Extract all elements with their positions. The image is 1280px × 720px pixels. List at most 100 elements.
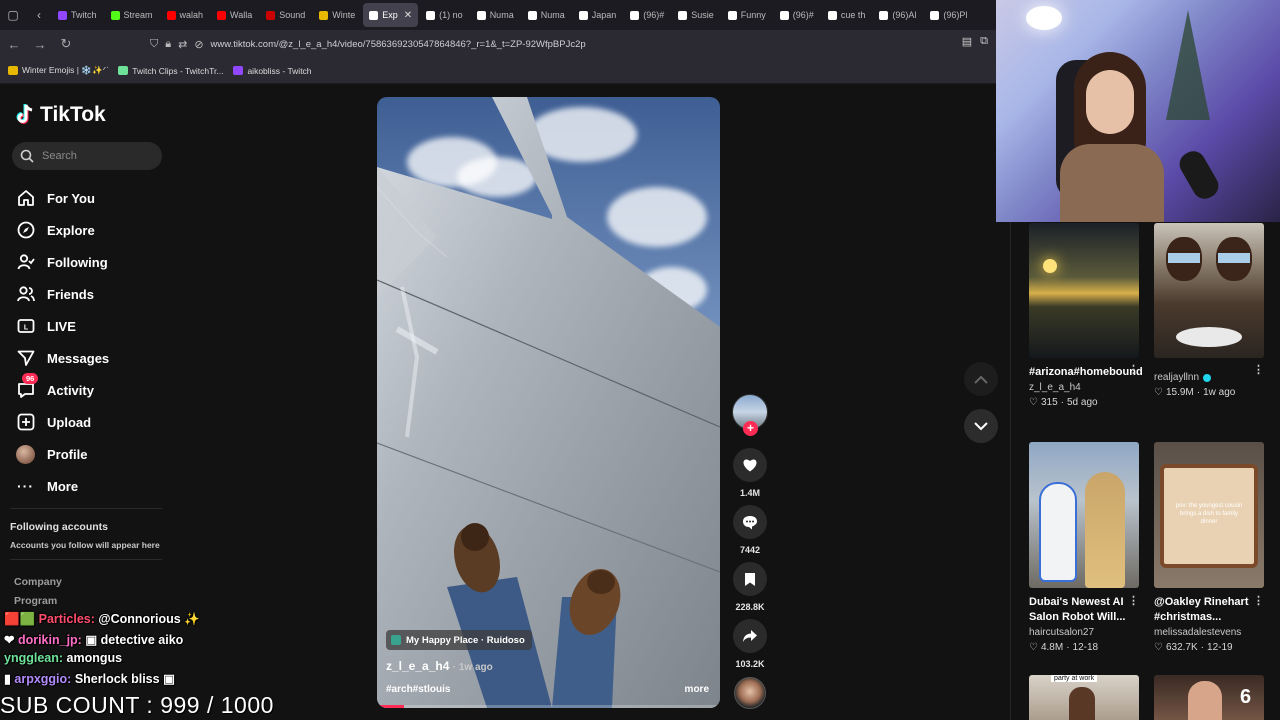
more-options-icon[interactable]: ⋮ [1128, 594, 1139, 607]
streamer [1060, 52, 1164, 222]
tab-label: cue th [840, 10, 866, 20]
browser-tab[interactable]: Twitch [52, 3, 103, 27]
recommended-card[interactable]: party at work [1029, 675, 1139, 720]
forward-arrow-icon[interactable]: → [28, 32, 52, 56]
reload-icon[interactable]: ↻ [54, 32, 78, 56]
nav-for-you[interactable]: For You [16, 182, 109, 214]
tab-favicon-icon [369, 10, 379, 20]
video-thumbnail[interactable] [1154, 223, 1264, 358]
tab-favicon-icon [217, 10, 227, 20]
browser-tab[interactable]: (96)Al [873, 3, 922, 27]
browser-tab[interactable]: walah [161, 3, 210, 27]
nav-more[interactable]: ··· More [16, 470, 109, 502]
recommended-card[interactable]: Dubai's Newest AI Salon Robot Will... ⋮ … [1029, 442, 1139, 653]
autoplay-blocked-icon[interactable]: ⊘ [194, 38, 203, 51]
video-age: · 1w ago [452, 662, 493, 673]
bookmark-winter-emojis[interactable]: Winter Emojis | ❄️✨ᐟᐝ [8, 65, 108, 76]
recommended-card[interactable]: #arizona#homebound ⋮ z_l_e_a_h4 ♡ 315 · … [1029, 223, 1143, 408]
video-caption[interactable]: #arch#stlouis [386, 684, 450, 695]
comment-count: 7442 [739, 545, 761, 555]
nav-friends[interactable]: Friends [16, 278, 109, 310]
next-video-button[interactable] [964, 409, 998, 443]
browser-tab[interactable]: Numa [471, 3, 520, 27]
following-accounts-subtitle: Accounts you follow will appear here [10, 540, 160, 550]
browser-tab[interactable]: Stream [105, 3, 159, 27]
tiktok-logo[interactable]: TikTok [16, 103, 106, 127]
nav-messages[interactable]: Messages [16, 342, 109, 374]
tab-favicon-icon [110, 10, 120, 20]
recommended-card[interactable]: ⋮ realjayllnn ♡ 15.9M · 1w ago [1154, 223, 1264, 398]
footer-company-link[interactable]: Company [14, 576, 62, 588]
nav-profile[interactable]: Profile [16, 438, 109, 470]
nav-label: Upload [47, 414, 92, 430]
browser-tab[interactable]: Susie [672, 3, 720, 27]
lock-icon[interactable]: 🔒︎ [165, 38, 171, 51]
address-field[interactable]: ⛉ 🔒︎ ⇄ ⊘ www.tiktok.com/@z_l_e_a_h4/vide… [150, 33, 956, 55]
chevron-left-icon[interactable]: ‹ [26, 0, 52, 30]
picture-in-picture-icon[interactable]: ⧉ [980, 35, 988, 48]
tab-favicon-icon [827, 10, 837, 20]
video-thumbnail[interactable]: pov: the youngest cousin brings a dish t… [1154, 442, 1264, 588]
bookmark-aikobliss-twitch[interactable]: aikobliss - Twitch [233, 66, 312, 76]
browser-tab[interactable]: (1) no [420, 3, 469, 27]
music-disc[interactable] [734, 677, 766, 709]
permissions-icon[interactable]: ⇄ [178, 38, 187, 51]
more-options-icon[interactable]: ⋮ [1253, 363, 1264, 376]
browser-tab[interactable]: cue th [822, 3, 872, 27]
browser-tab[interactable]: Winte [313, 3, 361, 27]
more-options-icon[interactable]: ⋮ [1253, 594, 1264, 607]
tab-overview-icon[interactable]: ▢ [0, 0, 26, 30]
video-author[interactable]: z_l_e_a_h4 [386, 659, 449, 673]
bookmark-twitch-clips[interactable]: Twitch Clips - TwitchTr... [118, 66, 223, 76]
more-options-icon[interactable]: ⋮ [1128, 363, 1139, 376]
browser-tab[interactable]: Walla [211, 3, 258, 27]
share-button[interactable] [733, 619, 767, 653]
search-input[interactable]: Search [12, 142, 162, 170]
url-text[interactable]: www.tiktok.com/@z_l_e_a_h4/video/7586369… [211, 39, 586, 50]
emote-icon: ✨ [184, 612, 200, 626]
card-meta: ♡ 315 · 5d ago [1029, 397, 1098, 408]
video-thumbnail[interactable] [1029, 442, 1139, 588]
card-author: z_l_e_a_h4 [1029, 382, 1081, 393]
video-thumbnail[interactable] [1029, 223, 1139, 358]
recommended-card[interactable]: pov: the youngest cousin brings a dish t… [1154, 442, 1264, 653]
browser-tab[interactable]: Funny [722, 3, 772, 27]
caption-more-button[interactable]: more [685, 684, 709, 695]
browser-tab[interactable]: Exp ✕ [363, 3, 419, 27]
nav-label: Profile [47, 446, 88, 462]
browser-tab[interactable]: Sound [260, 3, 311, 27]
video-player[interactable]: My Happy Place · Ruidoso z_l_e_a_h4 · 1w… [377, 97, 720, 708]
person [1085, 472, 1125, 588]
nav-upload[interactable]: Upload [16, 406, 109, 438]
video-thumbnail[interactable]: party at work [1029, 675, 1139, 720]
comment-button[interactable] [733, 505, 767, 539]
emote-icon: ▮ [4, 671, 11, 686]
browser-tab[interactable]: Japan [573, 3, 623, 27]
like-button[interactable] [733, 448, 767, 482]
browser-tab[interactable]: Numa [522, 3, 571, 27]
chat-message: ❤︎ dorikin_jp: ▣ detective aiko [4, 632, 184, 647]
browser-tab[interactable]: (96)# [774, 3, 820, 27]
like-count: 1.4M [739, 488, 760, 498]
reader-view-icon[interactable]: ▤ [962, 35, 972, 48]
nav-activity[interactable]: 96 Activity [16, 372, 109, 406]
nav-live[interactable]: L LIVE [16, 310, 109, 342]
video-progress-bar[interactable] [377, 705, 720, 708]
save-button[interactable] [733, 562, 767, 596]
tab-label: Numa [489, 10, 514, 20]
location-tag[interactable]: My Happy Place · Ruidoso [386, 630, 532, 650]
follow-plus-button[interactable]: + [743, 421, 758, 436]
browser-tab[interactable]: (96)Pl [924, 3, 973, 27]
tab-label: (96)Pl [943, 10, 968, 20]
mask [1168, 253, 1200, 263]
shield-icon[interactable]: ⛉ [150, 38, 158, 51]
screen: ▢ ‹ Twitch Stream walah Walla Sound Winte Exp ✕… [0, 0, 1280, 720]
footer-program-link[interactable]: Program [14, 595, 57, 607]
overlay-caption: party at work [1051, 675, 1098, 682]
close-tab-icon[interactable]: ✕ [404, 10, 412, 21]
previous-video-button[interactable] [964, 362, 998, 396]
nav-explore[interactable]: Explore [16, 214, 109, 246]
back-arrow-icon[interactable]: ← [2, 32, 26, 56]
browser-tab[interactable]: (96)# [624, 3, 670, 27]
nav-following[interactable]: Following [16, 246, 109, 278]
